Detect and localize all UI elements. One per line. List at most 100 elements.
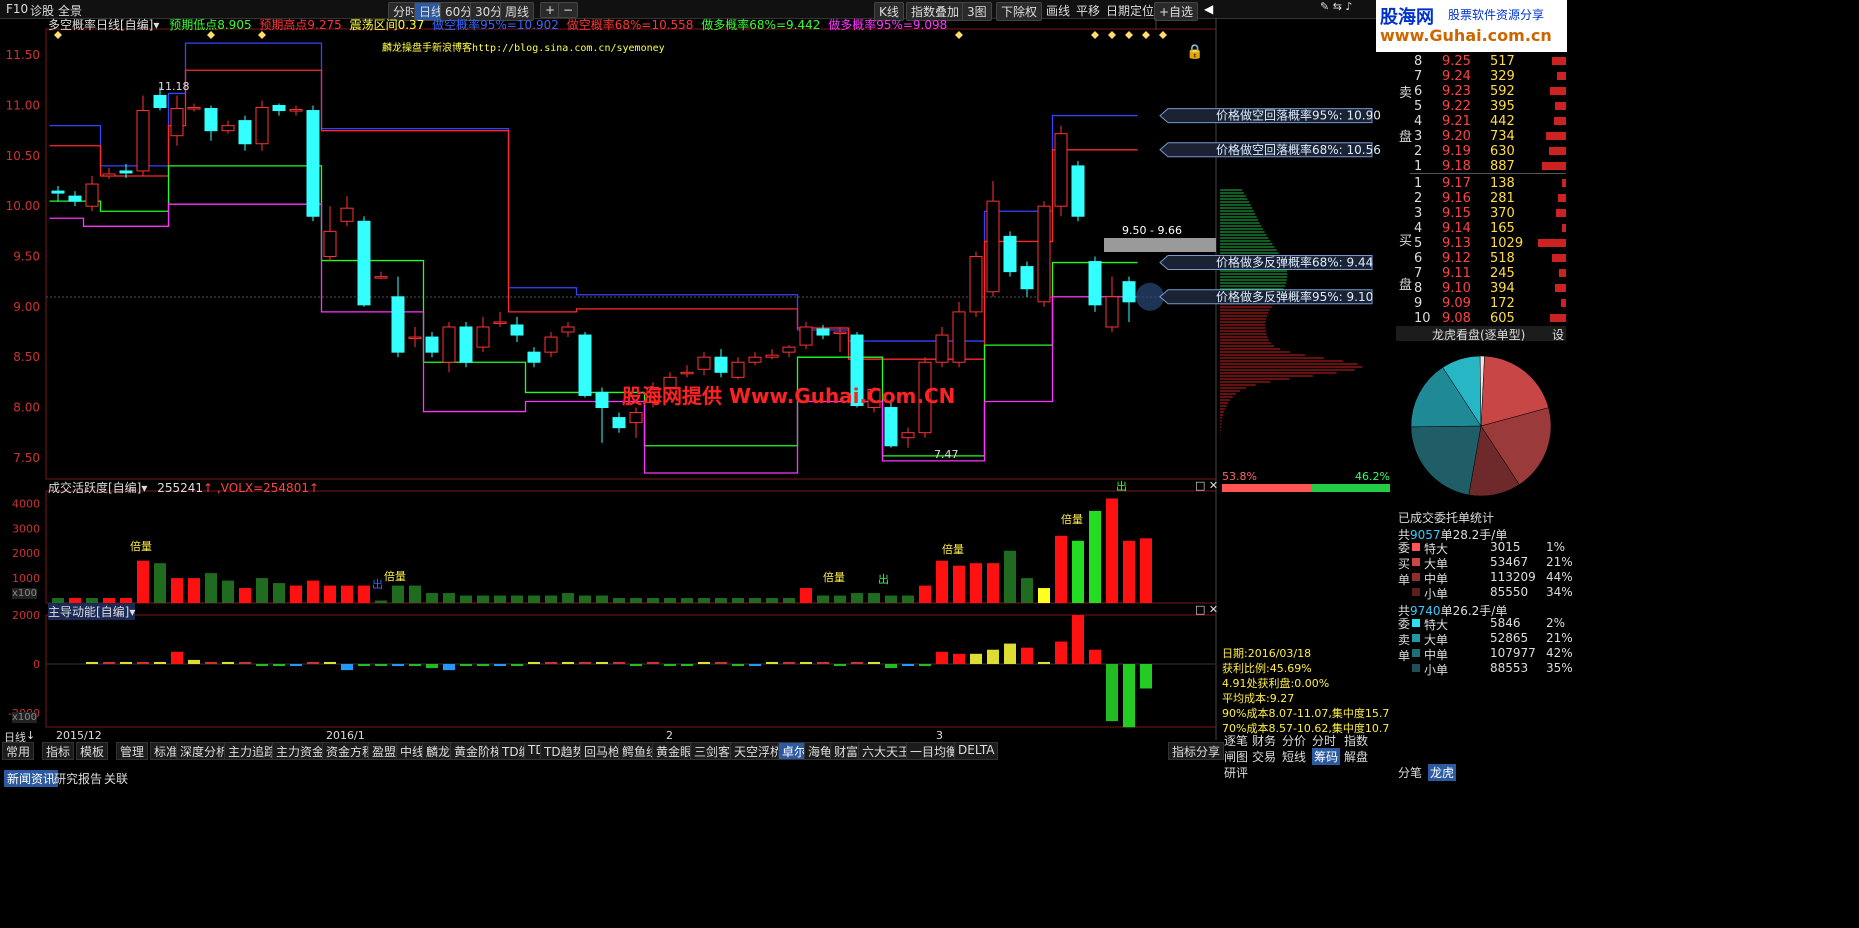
- split-bar: [1222, 484, 1390, 492]
- window-controls[interactable]: ✎ ⇆ ♪: [1320, 0, 1352, 13]
- volume-axis-tick: 1000: [12, 572, 40, 585]
- range-highlight: [1104, 238, 1216, 252]
- candle-body: [187, 107, 201, 110]
- flow-bar: [222, 661, 234, 664]
- price-axis-tick: 9.50: [13, 250, 40, 264]
- right-tab-1[interactable]: 交易: [1252, 748, 1276, 765]
- signal-diamond-icon: [1159, 31, 1167, 39]
- stat-name: 小单: [1424, 587, 1449, 601]
- volume-indicator-name[interactable]: 成交活跃度[自编]: [48, 481, 141, 495]
- order-pie-chart: [1410, 355, 1552, 497]
- candle-body: [986, 200, 1000, 293]
- right-tab-0[interactable]: 闸图: [1224, 748, 1248, 765]
- date-locate-button[interactable]: 日期定位: [1106, 2, 1154, 19]
- volume-bar: [341, 585, 353, 603]
- flow-bar: [715, 661, 727, 664]
- color-swatch: [1412, 573, 1420, 581]
- right-tab-4[interactable]: 指数: [1344, 732, 1368, 749]
- flow-bar: [409, 664, 421, 667]
- right-tab-2[interactable]: 短线: [1282, 748, 1306, 765]
- flow-bar: [205, 661, 217, 664]
- bottom-tab-3[interactable]: 管理: [116, 742, 149, 760]
- price-axis-tick: 10.50: [6, 149, 40, 163]
- right-tab-2[interactable]: 分价: [1282, 732, 1306, 749]
- flow-bar: [800, 661, 812, 664]
- indicator-share-button[interactable]: 指标分享: [1168, 742, 1225, 760]
- order-stat-row: 小单 85550 34%: [1410, 585, 1573, 601]
- news-tab-1[interactable]: 研究报告: [54, 770, 102, 787]
- flow-panel-controls[interactable]: □ ✕: [1195, 603, 1218, 616]
- volume-bar: [1021, 578, 1033, 603]
- sell-order-label: 委卖单: [1398, 617, 1411, 663]
- candle-body: [595, 391, 609, 409]
- flow-bar: [987, 649, 999, 664]
- bottom-tab-26[interactable]: DELTA: [954, 742, 999, 760]
- candle-body: [680, 371, 694, 375]
- flow-bar: [885, 664, 897, 669]
- lock-icon[interactable]: 🔒: [1186, 44, 1203, 60]
- flow-header[interactable]: 主导动能[自编]▾: [48, 603, 136, 620]
- flow-bar: [783, 661, 795, 664]
- bottom-right-tab-1[interactable]: 龙虎: [1428, 764, 1457, 781]
- high-price-label: 11.18: [158, 80, 190, 93]
- candle-body: [1105, 296, 1119, 328]
- flow-bar: [970, 653, 982, 664]
- right-tab-0[interactable]: 逐笔: [1224, 732, 1248, 749]
- candle-body: [289, 109, 303, 112]
- volume-bar: [426, 593, 438, 603]
- candle-body: [561, 326, 575, 333]
- candle-body: [221, 125, 235, 132]
- flow-bar: [375, 664, 387, 667]
- candle-body: [153, 94, 167, 109]
- flow-bar: [103, 661, 115, 664]
- volume-tag: 倍量: [130, 540, 152, 553]
- f10-button[interactable]: F10: [6, 2, 28, 16]
- bottom-tab-1[interactable]: 指标: [42, 742, 75, 760]
- volume-bar: [1538, 239, 1566, 247]
- collapse-icon[interactable]: ◀: [1204, 2, 1213, 16]
- draw-line-button[interactable]: 画线: [1046, 2, 1070, 19]
- volume-tag: 倍量: [1061, 513, 1083, 526]
- logo-subtitle: 股票软件资源分享: [1448, 8, 1545, 22]
- bottom-tab-19[interactable]: 三剑客: [690, 742, 735, 760]
- right-tab-4[interactable]: 解盘: [1344, 748, 1368, 765]
- right-tab-panel: 逐笔 财务 分价 分时 指数闸图 交易 短线 筹码 解盘研评: [1222, 730, 1390, 790]
- volume-bar: [715, 598, 727, 603]
- volume-bar: [307, 580, 319, 603]
- flow-axis-tick: 0: [33, 658, 40, 671]
- buy-order-label: 委买单: [1398, 541, 1411, 587]
- order-stat-row: 中单 113209 44%: [1410, 570, 1573, 586]
- news-tab-2[interactable]: 关联: [104, 770, 128, 787]
- volume-bar: [511, 595, 523, 603]
- news-tab-0[interactable]: 新闻资讯: [4, 770, 59, 787]
- flow-bar: [324, 661, 336, 664]
- indicator-name[interactable]: 多空概率日线[自编]: [48, 18, 153, 32]
- order-stat-row: 小单 88553 35%: [1410, 661, 1573, 677]
- candle-body: [1054, 133, 1068, 207]
- volume-panel-controls[interactable]: □ ✕: [1195, 479, 1218, 492]
- split-bar-fill: [1222, 484, 1313, 492]
- right-tab-3[interactable]: 筹码: [1312, 748, 1341, 765]
- right-tab-0[interactable]: 研评: [1224, 764, 1248, 781]
- flow-bar: [545, 661, 557, 664]
- flow-indicator-name[interactable]: 主导动能[自编]: [48, 605, 129, 619]
- right-tab-1[interactable]: 财务: [1252, 732, 1276, 749]
- volume-bar: [732, 598, 744, 603]
- bottom-tab-0[interactable]: 常用: [2, 742, 35, 760]
- candle-body: [51, 190, 65, 194]
- flow-bar: [477, 664, 489, 667]
- pan-button[interactable]: 平移: [1076, 2, 1100, 19]
- right-tab-3[interactable]: 分时: [1312, 732, 1336, 749]
- bottom-tab-7[interactable]: 主力资金: [272, 742, 329, 760]
- volume-bar: [766, 598, 778, 603]
- volume-bar: [1140, 538, 1152, 603]
- volume-bar: [171, 578, 183, 603]
- volume-bar: [273, 583, 285, 603]
- bottom-right-tab-0[interactable]: 分笔: [1398, 764, 1422, 781]
- volume-bar: [137, 560, 149, 603]
- candle-body: [476, 326, 490, 348]
- volume-bar: [1123, 540, 1135, 603]
- bottom-tab-2[interactable]: 模板: [76, 742, 109, 760]
- volume-bar: [647, 598, 659, 603]
- stat-volume: 53467: [1490, 555, 1529, 569]
